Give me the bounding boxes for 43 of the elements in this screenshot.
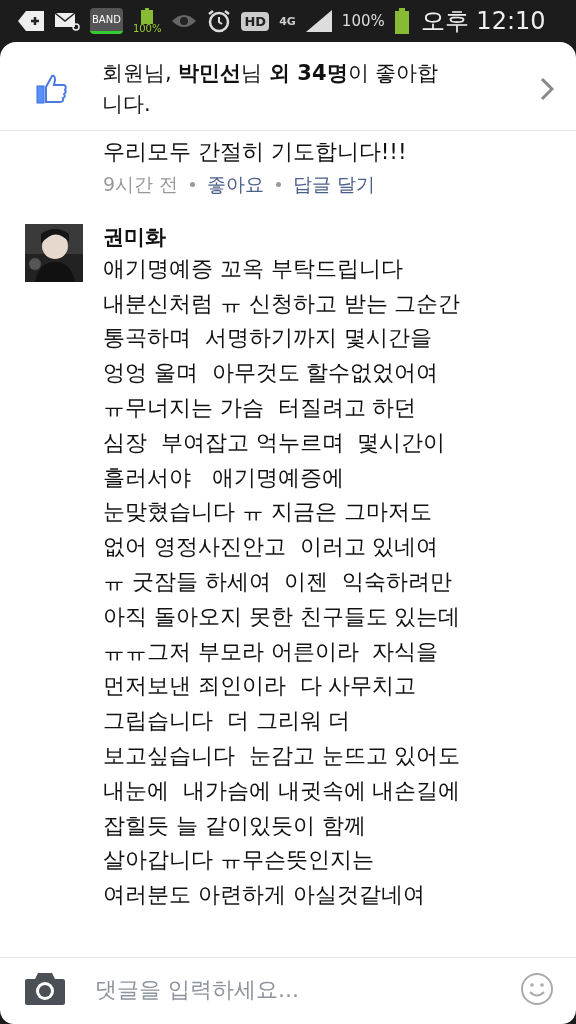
comment-text: ㅠㅠ그저 부모라 어른이라 자식을 xyxy=(103,637,440,666)
comment-text: 내분신처럼 ㅠ 신청하고 받는 그순간 xyxy=(103,289,461,318)
separator-dot xyxy=(276,182,282,188)
comment-text: 우리모두 간절히 기도합니다!!! xyxy=(103,138,407,166)
add-notification-icon xyxy=(18,11,44,31)
comment-text: 보고싶습니다 눈감고 눈뜨고 있어도 xyxy=(103,741,461,770)
signal-icon xyxy=(305,10,332,32)
battery-icon xyxy=(394,8,409,34)
eye-icon xyxy=(171,13,198,29)
comment-text: 살아갑니다 ㅠ무슨뜻인지는 xyxy=(103,846,375,875)
hd-voice-icon: HD xyxy=(241,11,270,31)
band-app-icon: BAND xyxy=(90,8,123,34)
comment-text: 흘러서야 애기명예증에 xyxy=(103,463,345,492)
alarm-clock-icon xyxy=(207,9,232,33)
comment-text: 아직 돌아오지 못한 친구들도 있는데 xyxy=(103,602,461,631)
comment-text: 내눈에 내가슴에 내귓속에 내손길에 xyxy=(103,776,461,805)
clock: 오후 12:10 xyxy=(420,6,546,37)
comment-text: 없어 영정사진안고 이러고 있네여 xyxy=(103,533,440,562)
comment-text: ㅠ 굿잠들 하세여 이젠 익숙하려만 xyxy=(103,567,453,596)
comment-text: 심장 부여잡고 억누르며 몇시간이 xyxy=(103,428,447,457)
battery-percent: 100% xyxy=(341,12,385,30)
mail-icon xyxy=(54,11,80,31)
comment-text: 엉엉 울며 아무것도 할수없었어여 xyxy=(103,359,440,388)
comment-text: 애기명예증 꼬옥 부탁드립니다 xyxy=(103,254,404,283)
camera-icon[interactable] xyxy=(25,973,65,1005)
author-name[interactable]: 권미화 xyxy=(103,221,461,252)
network-type: 4G xyxy=(279,14,296,28)
comment-text: 먼저보낸 죄인이라 다 사무치고 xyxy=(103,672,418,701)
likes-summary[interactable]: 회원님, 박민선님 외 34명이 좋아합니다. xyxy=(102,58,442,120)
smiley-icon[interactable] xyxy=(520,972,554,1006)
comment-text: 눈맞혔습니다 ㅠ 지금은 그마저도 xyxy=(103,498,433,527)
chevron-right-icon[interactable] xyxy=(540,77,554,101)
separator-dot xyxy=(190,182,196,188)
thumbs-up-icon xyxy=(36,73,68,105)
comment-action-link[interactable]: 좋아요 xyxy=(207,171,265,198)
comment-input[interactable]: 댓글을 입력하세요... xyxy=(93,975,492,1003)
comment-action-link[interactable]: 답글 달기 xyxy=(293,171,376,198)
comment-text: ㅠ무너지는 가슴 터질려고 하던 xyxy=(103,394,418,422)
comment-time: 9시간 전 xyxy=(103,171,179,197)
comment-text: 통곡하며 서명하기까지 몇시간을 xyxy=(103,324,433,353)
comment-text: 여러분도 아련하게 아실것같네여 xyxy=(103,881,426,910)
comment-text: 그립습니다 더 그리워 더 xyxy=(103,707,352,736)
comment-text: 잡힐듯 늘 같이있듯이 함께 xyxy=(103,811,367,840)
